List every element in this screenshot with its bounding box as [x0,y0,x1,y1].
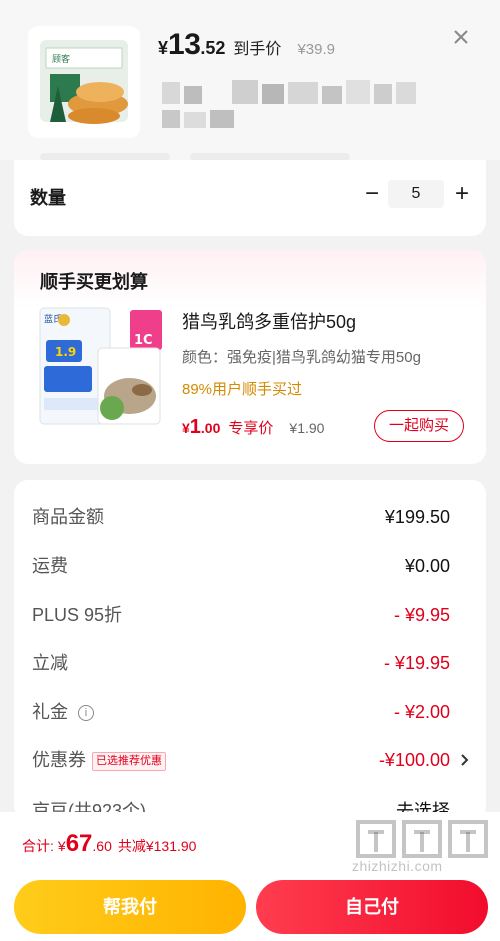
summary-row-shipping: 运费 ¥0.00 [14,551,486,581]
summary-label: 运费 [32,556,68,576]
coupon-badge: 已选推荐优惠 [92,751,166,771]
summary-row-plus: PLUS 95折 - ¥9.95 [14,600,486,630]
price-decimal: .52 [200,38,226,58]
addon-product-name[interactable]: 猎鸟乳鸽多重倍护50g [182,308,356,334]
svg-text:顾客: 顾客 [52,53,70,65]
summary-label: 礼金 [32,702,68,722]
addon-original-price: ¥1.90 [289,420,325,436]
addon-product-image[interactable]: 蓝氏 1.9 1C [38,304,166,430]
help-me-pay-button[interactable]: 帮我付 [14,880,246,934]
watermark-text: zhizhizhi.com [352,858,443,874]
addon-price-symbol: ¥ [182,420,190,436]
info-icon[interactable]: i [78,705,94,722]
blurred-product-subtitle [162,108,242,130]
quantity-card: 数量 − 5 + [14,160,486,236]
summary-row-discount: 立减 - ¥19.95 [14,648,486,678]
buy-together-button[interactable]: 一起购买 [374,410,464,442]
addon-title: 顺手买更划算 [40,272,148,292]
close-icon[interactable] [452,28,470,46]
summary-row-coupon[interactable]: 优惠券 已选推荐优惠 -¥100.00 [14,745,486,775]
total-integer: 67 [65,830,93,857]
summary-value: ¥199.50 [384,507,450,527]
quantity-label: 数量 [30,188,66,208]
summary-row-gift: 礼金 i - ¥2.00 [14,697,486,727]
addon-product-icon: 蓝氏 1.9 1C [39,307,162,425]
summary-value: - ¥2.00 [393,702,450,722]
summary-label: 立减 [32,653,68,673]
summary-label-wrap: 优惠券 已选推荐优惠 [32,745,166,775]
quantity-minus-button[interactable]: − [360,180,384,208]
product-header: 顾客 ¥ 13 .52 到手价 ¥39.9 [0,0,500,161]
summary-value: -¥100.00 [378,750,450,770]
quantity-input[interactable]: 5 [388,180,444,208]
total-amount: 合计: ¥ 67 .60 共减¥131.90 [22,830,196,858]
price-summary-card: 商品金额 ¥199.50 运费 ¥0.00 PLUS 95折 - ¥9.95 立… [14,480,486,820]
summary-label: PLUS 95折 [32,605,123,625]
summary-value: ¥0.00 [404,556,450,576]
price-integer: 13 [168,28,201,61]
price-symbol: ¥ [158,38,169,58]
summary-row-goods: 商品金额 ¥199.50 [14,502,486,532]
total-symbol: ¥ [57,838,66,854]
product-image-icon: 顾客 [40,40,128,124]
chevron-right-icon[interactable] [460,752,470,768]
total-label: 合计: [22,838,54,854]
addon-popularity: 89%用户顺手买过 [182,381,303,398]
blurred-product-title [162,78,422,106]
total-saved: 共减¥131.90 [117,838,197,854]
summary-label-wrap: 礼金 i [32,697,94,727]
price-tag: 到手价 [233,41,282,58]
quantity-plus-button[interactable]: + [448,180,476,208]
addon-product-color: 颜色：强免疫|猎鸟乳鸽幼猫专用50g [182,349,421,366]
summary-label: 商品金额 [32,507,104,527]
product-thumbnail: 顾客 [28,26,140,138]
summary-label: 优惠券 [32,750,86,770]
watermark-logo-icon [354,818,492,860]
final-price: ¥ 13 .52 到手价 ¥39.9 [158,28,335,62]
addon-price: ¥ 1 .00 专享价 ¥1.90 [182,416,324,439]
addon-price-integer: 1 [189,416,201,438]
pay-myself-button[interactable]: 自己付 [256,880,488,934]
total-decimal: .60 [92,838,112,854]
spec-tabs-edge [40,150,360,161]
summary-value: - ¥19.95 [383,653,450,673]
summary-value: - ¥9.95 [393,605,450,625]
original-price: ¥39.9 [297,41,335,58]
svg-text:1C: 1C [134,333,153,348]
addon-price-label: 专享价 [228,420,274,437]
addon-card: 顺手买更划算 蓝氏 1.9 1C 猎鸟乳鸽多重倍护50g 颜色：强免疫|猎鸟乳鸽… [14,250,486,464]
addon-price-decimal: .00 [200,420,221,436]
svg-text:1.9: 1.9 [55,345,76,359]
